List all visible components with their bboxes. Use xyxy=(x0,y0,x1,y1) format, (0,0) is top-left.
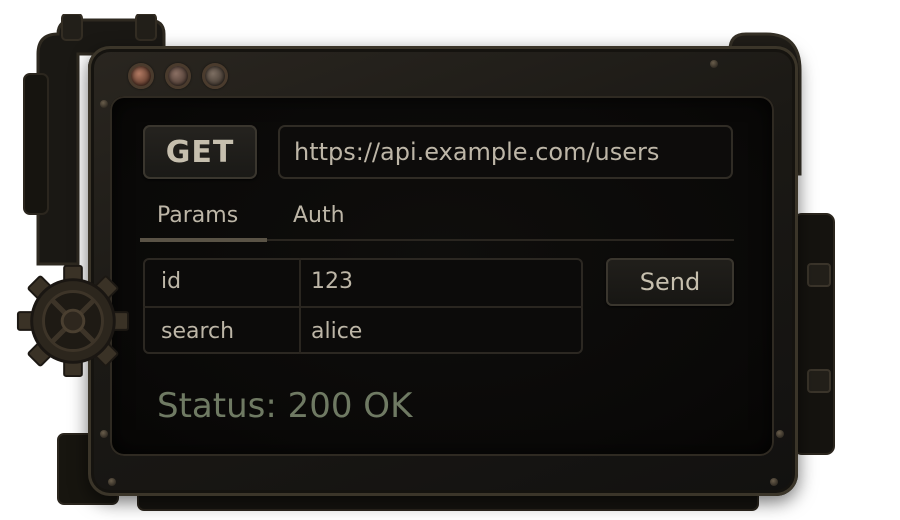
gear-icon xyxy=(16,264,130,378)
http-method-button[interactable]: GET xyxy=(143,125,257,179)
tab-auth[interactable]: Auth xyxy=(293,196,345,236)
table-row: search alice xyxy=(143,306,583,354)
params-table: id 123 search alice xyxy=(143,258,583,354)
rivet-icon xyxy=(770,478,778,486)
send-button[interactable]: Send xyxy=(606,258,734,306)
param-value-cell[interactable]: 123 xyxy=(311,258,571,306)
red-light-icon[interactable] xyxy=(128,63,154,89)
rivet-icon xyxy=(776,430,784,438)
param-value-cell[interactable]: alice xyxy=(311,308,571,356)
rivet-icon xyxy=(100,430,108,438)
param-key-cell[interactable]: search xyxy=(161,308,291,356)
api-client-window: GET https://api.example.com/users Params… xyxy=(0,0,900,520)
table-row: id 123 xyxy=(143,258,583,306)
rivet-icon xyxy=(100,100,108,108)
brown-light-icon[interactable] xyxy=(202,63,228,89)
rivet-icon xyxy=(710,60,718,68)
brown-light-icon[interactable] xyxy=(165,63,191,89)
window-controls xyxy=(128,63,228,89)
rivet-icon xyxy=(108,478,116,486)
url-input[interactable]: https://api.example.com/users xyxy=(278,125,733,179)
response-status: Status: 200 OK xyxy=(157,386,413,426)
param-key-cell[interactable]: id xyxy=(161,258,291,306)
tab-params[interactable]: Params xyxy=(157,196,238,236)
active-tab-indicator xyxy=(140,238,267,242)
